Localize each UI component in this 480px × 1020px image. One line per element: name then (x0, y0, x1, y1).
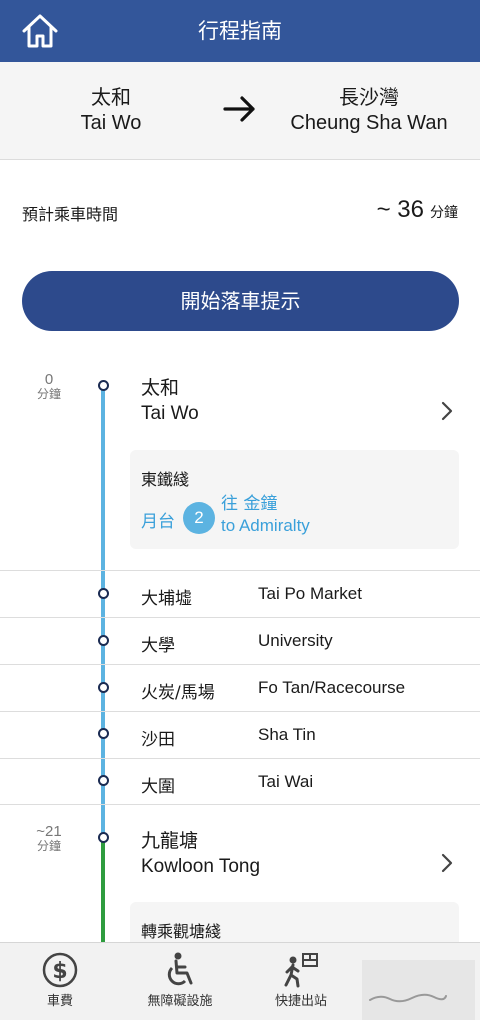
page-title: 行程指南 (198, 19, 282, 43)
stop-name-zh: 大學 (141, 636, 175, 656)
start-station[interactable]: 太和 Tai Wo (141, 376, 199, 426)
direction-en: to Admiralty (221, 516, 310, 535)
station-dot (97, 832, 109, 843)
stop-name-zh: 大埔墟 (141, 589, 192, 609)
stop-name-zh: 沙田 (141, 730, 175, 750)
list-item: 火炭/馬場 Fo Tan/Racecourse (0, 664, 480, 711)
transfer-line-name: 轉乘觀塘綫 (141, 922, 222, 941)
start-station-zh: 太和 (141, 377, 180, 399)
journey-time-number: ~ 36 (376, 196, 424, 223)
platform-number-badge: 2 (183, 502, 215, 534)
journey-time-label: 預計乘車時間 (22, 205, 119, 224)
wheelchair-icon (167, 952, 193, 986)
list-item: 大學 University (0, 617, 480, 664)
nav-quick-exit[interactable]: 快捷出站 (256, 943, 346, 1020)
overlay-mark (369, 993, 447, 1003)
destination-name-en: Cheung Sha Wan (290, 112, 448, 134)
station-dot (97, 380, 109, 391)
nav-accessibility-label: 無障礙設施 (147, 994, 213, 1009)
stop-name-zh: 大圍 (141, 777, 175, 797)
line-name: 東鐵綫 (141, 470, 190, 489)
interchange-minutes: ~21 分鐘 (24, 824, 74, 854)
nav-fare-label: 車費 (46, 994, 73, 1009)
origin-name-en: Tai Wo (80, 112, 142, 134)
transfer-info-card: 轉乘觀塘綫 (130, 902, 459, 942)
station-dot (97, 635, 109, 646)
start-station-en: Tai Wo (141, 403, 199, 424)
nav-accessibility[interactable]: 無障礙設施 (130, 943, 230, 1020)
exit-walking-icon (284, 953, 318, 988)
origin-name-zh: 太和 (91, 85, 131, 109)
nav-quick-exit-label: 快捷出站 (274, 994, 327, 1009)
platform-direction: 往 金鐘 to Admiralty (221, 494, 310, 536)
journey-time-unit: 分鐘 (430, 205, 458, 221)
stop-name-en: Tai Po Market (258, 584, 362, 603)
stop-name-en: Tai Wai (258, 772, 314, 791)
start-minutes-value: 0 (44, 371, 54, 388)
arrow-right-icon (223, 96, 255, 122)
direction-zh: 往 金鐘 (221, 494, 278, 514)
line-info-card: 東鐵綫 月台 2 往 金鐘 to Admiralty (130, 450, 459, 549)
route-summary: 太和 Tai Wo 長沙灣 Cheung Sha Wan (0, 62, 480, 160)
origin-station: 太和 Tai Wo (60, 84, 162, 136)
interchange-station-zh: 九龍塘 (141, 830, 199, 852)
list-item: 大埔墟 Tai Po Market (0, 570, 480, 617)
start-minutes: 0 分鐘 (24, 372, 74, 402)
destination-name-zh: 長沙灣 (339, 85, 399, 109)
station-dot (97, 588, 109, 599)
station-dot (97, 682, 109, 693)
station-dot (97, 775, 109, 786)
interchange-station-en: Kowloon Tong (141, 856, 261, 877)
journey-time-value: ~ 36 分鐘 (377, 196, 458, 224)
svg-text:$: $ (52, 959, 67, 984)
nav-fare[interactable]: $ 車費 (20, 943, 100, 1020)
list-item: 大圍 Tai Wai (0, 758, 480, 805)
platform-label: 月台 (141, 512, 175, 532)
interchange-station[interactable]: 九龍塘 Kowloon Tong (141, 829, 260, 879)
header-bar: 行程指南 (0, 0, 480, 62)
stop-name-en: University (258, 631, 333, 650)
stop-name-en: Sha Tin (258, 725, 316, 744)
alight-alert-button[interactable]: 開始落車提示 (22, 271, 459, 331)
chevron-right-icon[interactable] (440, 400, 454, 422)
kwun-tong-line-segment (101, 838, 105, 942)
fare-dollar-icon: $ (42, 952, 78, 988)
destination-station: 長沙灣 Cheung Sha Wan (276, 84, 462, 136)
chevron-right-icon[interactable] (440, 852, 454, 874)
interchange-minutes-unit: 分鐘 (36, 839, 61, 853)
divider (0, 804, 480, 805)
start-minutes-unit: 分鐘 (36, 387, 61, 401)
interchange-minutes-value: ~21 (36, 823, 62, 840)
stop-name-en: Fo Tan/Racecourse (258, 678, 406, 697)
stop-name-zh: 火炭/馬場 (141, 683, 215, 703)
station-dot (97, 728, 109, 739)
list-item: 沙田 Sha Tin (0, 711, 480, 758)
